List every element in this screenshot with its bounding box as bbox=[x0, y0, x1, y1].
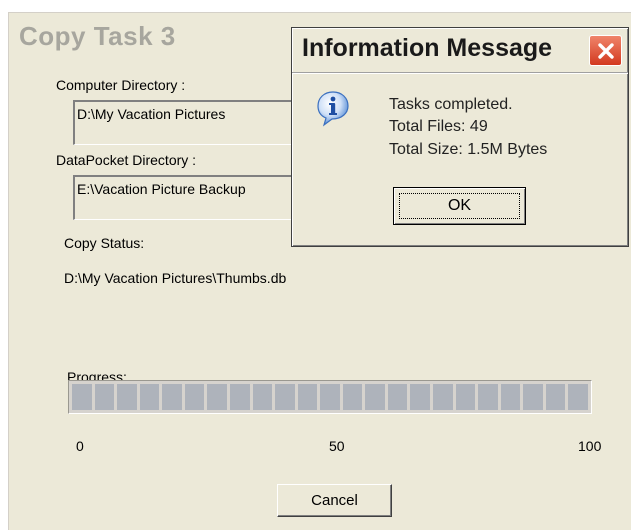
cancel-button[interactable]: Cancel bbox=[277, 484, 392, 517]
progress-segment bbox=[207, 384, 227, 410]
progress-segment bbox=[94, 384, 115, 410]
dialog-message-line-1: Tasks completed. bbox=[389, 96, 513, 113]
progress-tick-50: 50 bbox=[329, 438, 345, 454]
progress-segment bbox=[320, 384, 340, 410]
progress-segment bbox=[229, 384, 250, 410]
progress-segment bbox=[342, 384, 363, 410]
progress-segment bbox=[455, 384, 476, 410]
dialog-separator bbox=[292, 72, 628, 74]
copy-status-value: D:\My Vacation Pictures\Thumbs.db bbox=[64, 270, 287, 286]
progress-segment bbox=[297, 384, 318, 410]
progress-bar bbox=[68, 380, 592, 414]
progress-segment bbox=[387, 384, 408, 410]
progress-segment bbox=[365, 384, 385, 410]
progress-segment bbox=[545, 384, 566, 410]
computer-directory-label: Computer Directory : bbox=[56, 77, 186, 93]
close-button[interactable] bbox=[589, 35, 622, 66]
progress-tick-0: 0 bbox=[76, 438, 84, 454]
progress-segment bbox=[500, 384, 521, 410]
progress-segment bbox=[139, 384, 160, 410]
progress-tick-100: 100 bbox=[578, 438, 602, 454]
progress-segment bbox=[523, 384, 543, 410]
window-title: Copy Task 3 bbox=[19, 21, 176, 51]
close-icon bbox=[597, 42, 614, 59]
progress-segment bbox=[72, 384, 92, 410]
dialog-title: Information Message bbox=[302, 34, 553, 62]
progress-segment bbox=[184, 384, 205, 410]
dialog-message-line-2: Total Files: 49 bbox=[389, 118, 488, 135]
progress-segment bbox=[410, 384, 430, 410]
dialog-message-line-3: Total Size: 1.5M Bytes bbox=[389, 141, 548, 158]
computer-directory-value: D:\My Vacation Pictures bbox=[77, 106, 226, 122]
progress-segment bbox=[275, 384, 295, 410]
ok-button[interactable]: OK bbox=[393, 187, 526, 225]
progress-segment bbox=[117, 384, 137, 410]
ok-focus-rect bbox=[399, 193, 520, 219]
datapocket-directory-label: DataPocket Directory : bbox=[56, 152, 197, 168]
datapocket-directory-value: E:\Vacation Picture Backup bbox=[77, 181, 246, 197]
progress-segment bbox=[568, 384, 588, 410]
computer-directory-field[interactable]: D:\My Vacation Pictures bbox=[73, 100, 303, 145]
progress-segment bbox=[252, 384, 273, 410]
copy-status-label: Copy Status: bbox=[64, 235, 145, 251]
progress-segment bbox=[433, 384, 453, 410]
datapocket-directory-field[interactable]: E:\Vacation Picture Backup bbox=[73, 175, 303, 220]
info-icon bbox=[317, 91, 349, 127]
progress-segment bbox=[162, 384, 182, 410]
progress-segment bbox=[478, 384, 498, 410]
information-message-dialog: Information Message Tasks completed. Tot… bbox=[291, 27, 629, 247]
